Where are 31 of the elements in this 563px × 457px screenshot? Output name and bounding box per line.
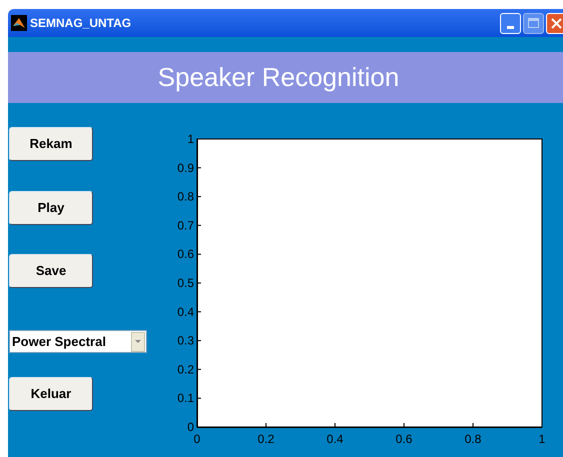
y-tick-label: 0 xyxy=(187,420,194,434)
y-tick-label: 1 xyxy=(187,132,194,146)
y-tick-label: 0.6 xyxy=(177,247,194,262)
spectrum-dropdown[interactable]: Power Spectral xyxy=(9,330,147,353)
close-icon xyxy=(551,18,562,28)
y-tick-label: 0.2 xyxy=(177,362,194,376)
x-tick-label: 0.4 xyxy=(326,432,344,446)
app-logo-icon xyxy=(11,15,27,31)
maximize-button[interactable] xyxy=(523,12,544,34)
x-tick-label: 0.2 xyxy=(258,432,274,446)
x-tick-label: 1 xyxy=(538,432,546,446)
action-button[interactable]: Rekam xyxy=(9,127,93,161)
maximize-icon xyxy=(528,18,539,28)
minimize-icon xyxy=(507,26,514,28)
y-tick-label: 0.1 xyxy=(177,391,194,406)
action-button[interactable]: Play xyxy=(9,191,93,225)
close-button[interactable] xyxy=(546,12,563,34)
header-title: Speaker Recognition xyxy=(158,61,400,94)
y-tick-label: 0.8 xyxy=(177,190,194,204)
x-tick-label: 0.8 xyxy=(464,432,482,446)
y-tick-label: 0.9 xyxy=(177,160,194,175)
exit-button[interactable]: Keluar xyxy=(9,377,93,411)
minimize-button[interactable] xyxy=(500,12,521,34)
x-tick-label: 0.6 xyxy=(396,432,412,446)
y-tick-label: 0.3 xyxy=(177,334,194,348)
y-tick-label: 0.7 xyxy=(177,218,194,232)
x-tick-label: 0 xyxy=(194,432,200,446)
y-tick-label: 0.5 xyxy=(177,276,194,290)
y-tick-label: 0.4 xyxy=(177,304,194,319)
window-title: SEMNAG_UNTAG xyxy=(30,15,132,32)
action-button[interactable]: Save xyxy=(9,254,93,288)
